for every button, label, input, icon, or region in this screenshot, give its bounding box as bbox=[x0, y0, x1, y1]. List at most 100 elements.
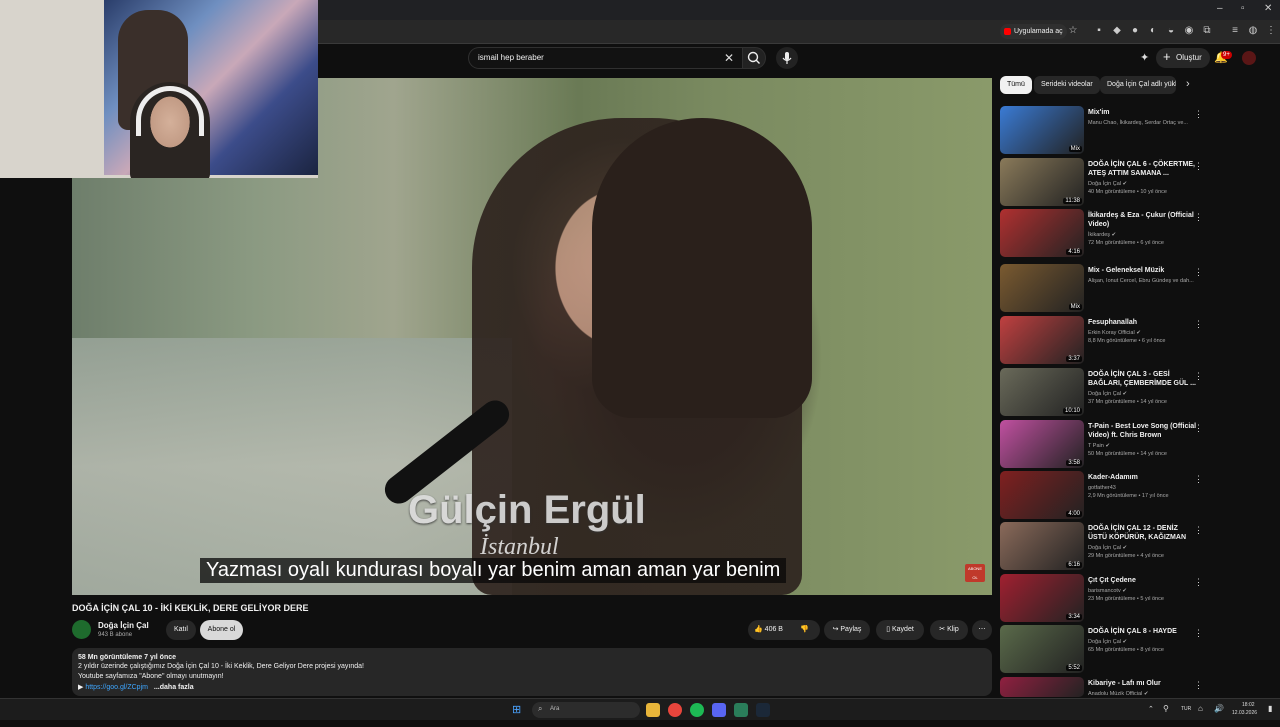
search-button[interactable] bbox=[742, 47, 766, 69]
menu-icon[interactable]: ≡ bbox=[1229, 25, 1241, 37]
search-input[interactable]: ismail hep beraber ✕ bbox=[468, 47, 742, 69]
open-in-app-button[interactable]: Uygulamada aç bbox=[1000, 24, 1067, 39]
recommendation-item[interactable]: 11:38 DOĞA İÇİN ÇAL 6 - ÇÖKERTME, ATEŞ AT… bbox=[1000, 158, 1205, 208]
clock-date[interactable]: 12.03.2026 bbox=[1232, 710, 1257, 716]
clock-time[interactable]: 18:02 bbox=[1242, 702, 1255, 708]
channel-name[interactable]: Doğa İçin Çal bbox=[98, 621, 149, 630]
more-vert-icon[interactable]: ⋮ bbox=[1194, 628, 1203, 639]
video-thumbnail[interactable]: 3:37 bbox=[1000, 316, 1084, 364]
recommendation-title[interactable]: Kader-Adamım bbox=[1088, 473, 1198, 482]
recommendation-channel[interactable]: Doğa İçin Çal ✔ bbox=[1088, 391, 1127, 397]
more-actions-button[interactable]: ⋯ bbox=[972, 620, 992, 640]
recommendation-channel[interactable]: Erkin Koray Official ✔ bbox=[1088, 330, 1141, 336]
recommendation-channel[interactable]: Manu Chao, İkikardeş, Serdar Ortaç ve... bbox=[1088, 120, 1188, 126]
chip-all[interactable]: Tümü bbox=[1000, 76, 1032, 94]
like-icon[interactable]: 👍 bbox=[754, 626, 763, 633]
share-button[interactable]: ↪ Paylaş bbox=[824, 620, 870, 640]
recommendation-item[interactable]: 6:16 DOĞA İÇİN ÇAL 12 - DENİZ ÜSTÜ KÖPÜRÜ… bbox=[1000, 522, 1205, 572]
recommendation-title[interactable]: T-Pain - Best Love Song (Official Video)… bbox=[1088, 422, 1198, 440]
recommendation-channel[interactable]: Alişan, Ionut Cercel, Ebru Gündeş ve dah… bbox=[1088, 278, 1194, 284]
subscribe-button[interactable]: Abone ol bbox=[200, 620, 243, 640]
file-explorer-icon[interactable] bbox=[646, 703, 660, 717]
recommendation-channel[interactable]: Doğa İçin Çal ✔ bbox=[1088, 639, 1127, 645]
video-thumbnail[interactable]: 4:00 bbox=[1000, 471, 1084, 519]
extension-icon[interactable]: ◉ bbox=[1183, 25, 1195, 37]
recommendation-title[interactable]: Fesuphanallah bbox=[1088, 318, 1198, 327]
recommendation-title[interactable]: Mix'im bbox=[1088, 108, 1198, 117]
recommendation-item[interactable]: 3:37 Fesuphanallah Erkin Koray Official ✔ 8… bbox=[1000, 316, 1205, 366]
recommendation-channel[interactable]: Doğa İçin Çal ✔ bbox=[1088, 545, 1127, 551]
more-vert-icon[interactable]: ⋮ bbox=[1194, 423, 1203, 434]
more-vert-icon[interactable]: ⋮ bbox=[1194, 267, 1203, 278]
extension-icon[interactable]: ● bbox=[1129, 25, 1141, 37]
windows-start-icon[interactable]: ⊞ bbox=[512, 703, 521, 716]
recommendation-title[interactable]: DOĞA İÇİN ÇAL 3 - GESİ BAĞLARI, ÇEMBERİM… bbox=[1088, 370, 1198, 388]
volume-icon[interactable]: 🔊 bbox=[1214, 704, 1224, 713]
save-button[interactable]: ▯ Kaydet bbox=[876, 620, 924, 640]
notification-center-icon[interactable]: ▮ bbox=[1268, 704, 1272, 713]
clear-search-icon[interactable]: ✕ bbox=[724, 51, 734, 65]
video-thumbnail[interactable]: 11:38 bbox=[1000, 158, 1084, 206]
more-vert-icon[interactable]: ⋮ bbox=[1194, 109, 1203, 120]
recommendation-channel[interactable]: Doğa İçin Çal ✔ bbox=[1088, 181, 1127, 187]
more-vert-icon[interactable]: ⋮ bbox=[1194, 212, 1203, 223]
steam-icon[interactable] bbox=[756, 703, 770, 717]
chrome-icon[interactable] bbox=[668, 703, 682, 717]
video-thumbnail[interactable]: 5:52 bbox=[1000, 625, 1084, 673]
account-avatar[interactable] bbox=[1242, 51, 1256, 65]
recommendation-title[interactable]: Kibariye - Lafı mı Olur bbox=[1088, 679, 1198, 688]
close-window-icon[interactable]: ✕ bbox=[1264, 3, 1272, 14]
taskbar-search[interactable]: ⌕ Ara bbox=[532, 702, 640, 718]
video-thumbnail[interactable]: 3:34 bbox=[1000, 574, 1084, 622]
more-vert-icon[interactable]: ⋮ bbox=[1194, 525, 1203, 536]
recommendation-item[interactable]: 3:34 Çıt Çıt Çedene barismancotv ✔ 23 Mn gö… bbox=[1000, 574, 1205, 624]
maximize-icon[interactable]: ▫ bbox=[1241, 3, 1245, 14]
recommendation-channel[interactable]: T Pain ✔ bbox=[1088, 443, 1110, 449]
like-count[interactable]: 406 B bbox=[765, 626, 783, 633]
create-button[interactable]: Oluştur bbox=[1156, 47, 1210, 68]
recommendation-channel[interactable]: gotfather43 bbox=[1088, 485, 1116, 491]
chip-channel-uploads[interactable]: Doğa İçin Çal adlı yükl bbox=[1100, 76, 1176, 94]
minimize-icon[interactable]: – bbox=[1217, 3, 1223, 14]
more-vert-icon[interactable]: ⋮ bbox=[1265, 25, 1277, 37]
app-icon[interactable] bbox=[734, 703, 748, 717]
more-vert-icon[interactable]: ⋮ bbox=[1194, 577, 1203, 588]
recommendation-channel[interactable]: barismancotv ✔ bbox=[1088, 588, 1127, 594]
video-thumbnail[interactable]: 6:16 bbox=[1000, 522, 1084, 570]
video-thumbnail[interactable]: 3:58 bbox=[1000, 420, 1084, 468]
subscribe-watermark[interactable]: ABONE OL bbox=[965, 564, 985, 582]
extension-icon[interactable]: ◒ bbox=[1165, 25, 1177, 37]
video-thumbnail[interactable]: Mix bbox=[1000, 106, 1084, 154]
spotify-icon[interactable] bbox=[690, 703, 704, 717]
network-icon[interactable]: ⌂ bbox=[1198, 704, 1203, 713]
extension-icon[interactable]: ▪ bbox=[1093, 25, 1105, 37]
more-vert-icon[interactable]: ⋮ bbox=[1194, 474, 1203, 485]
recommendation-title[interactable]: Mix - Geleneksel Müzik bbox=[1088, 266, 1198, 275]
join-button[interactable]: Katıl bbox=[166, 620, 196, 640]
video-thumbnail[interactable]: 10:10 bbox=[1000, 368, 1084, 416]
chip-series[interactable]: Serideki videolar bbox=[1034, 76, 1100, 94]
more-vert-icon[interactable]: ⋮ bbox=[1194, 371, 1203, 382]
recommendation-item[interactable]: 4:16 İkikardeş & Eza - Çukur (Official Vi… bbox=[1000, 209, 1205, 259]
more-vert-icon[interactable]: ⋮ bbox=[1194, 319, 1203, 330]
recommendation-title[interactable]: DOĞA İÇİN ÇAL 6 - ÇÖKERTME, ATEŞ ATTIM S… bbox=[1088, 160, 1198, 178]
description-link[interactable]: https://goo.gl/ZCpjm bbox=[85, 684, 148, 691]
more-vert-icon[interactable]: ⋮ bbox=[1194, 680, 1203, 691]
search-query[interactable]: ismail hep beraber bbox=[478, 53, 544, 62]
recommendation-title[interactable]: Çıt Çıt Çedene bbox=[1088, 576, 1198, 585]
recommendation-channel[interactable]: İkikardeş ✔ bbox=[1088, 232, 1116, 238]
dislike-icon[interactable]: 👎 bbox=[800, 620, 809, 640]
profile-icon[interactable]: ◍ bbox=[1247, 25, 1259, 37]
extension-icon[interactable]: ◐ bbox=[1147, 25, 1159, 37]
input-language[interactable]: TUR bbox=[1181, 706, 1191, 712]
recommendation-item[interactable]: 10:10 DOĞA İÇİN ÇAL 3 - GESİ BAĞLARI, ÇEM… bbox=[1000, 368, 1205, 418]
recommendation-item[interactable]: 4:00 Kader-Adamım gotfather43 2,9 Mn görünt… bbox=[1000, 471, 1205, 521]
recommendation-item[interactable]: Mix Mix'im Manu Chao, İkikardeş, Serdar Or… bbox=[1000, 106, 1205, 156]
recommendation-title[interactable]: İkikardeş & Eza - Çukur (Official Video) bbox=[1088, 211, 1198, 229]
more-vert-icon[interactable]: ⋮ bbox=[1194, 161, 1203, 172]
channel-avatar[interactable] bbox=[72, 620, 91, 639]
extension-icon[interactable]: ◆ bbox=[1111, 25, 1123, 37]
chevron-right-icon[interactable]: › bbox=[1186, 78, 1190, 90]
puzzle-icon[interactable]: ⧉ bbox=[1201, 25, 1213, 37]
cast-icon[interactable]: ✦ bbox=[1140, 51, 1149, 64]
